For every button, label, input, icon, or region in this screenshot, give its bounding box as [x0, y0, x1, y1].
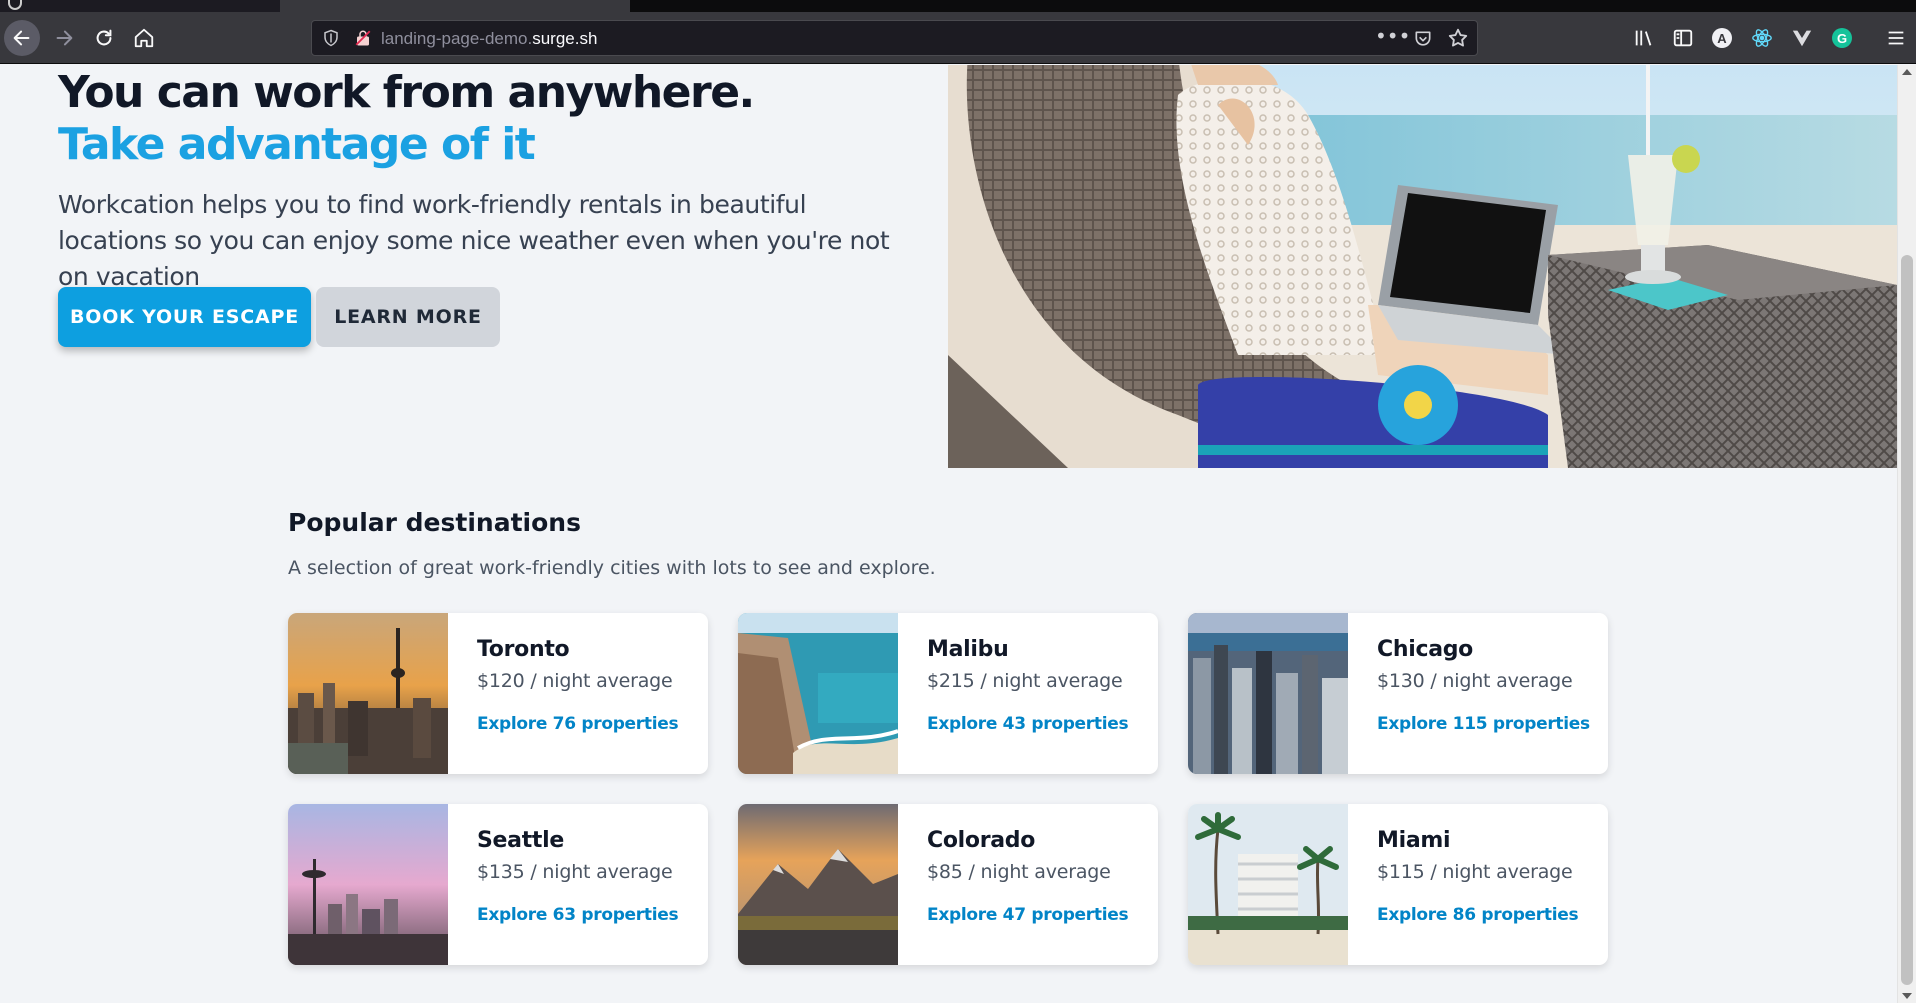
card-price: $115 / night average	[1377, 861, 1573, 883]
card-city: Seattle	[477, 828, 565, 853]
hero-title-line1: You can work from anywhere.	[58, 67, 755, 118]
hero-image	[948, 65, 1897, 468]
hero-title: You can work from anywhere. Take advanta…	[58, 67, 755, 171]
card-price: $85 / night average	[927, 861, 1111, 883]
arrow-left-icon	[13, 30, 30, 46]
card-city: Toronto	[477, 637, 570, 662]
home-icon	[134, 28, 154, 48]
pocket-icon[interactable]	[1413, 29, 1433, 49]
seattle-photo	[288, 804, 448, 965]
react-devtools-icon[interactable]	[1750, 26, 1774, 50]
toronto-photo	[288, 613, 448, 774]
destination-card[interactable]: Malibu $215 / night average Explore 43 p…	[738, 613, 1158, 774]
extension-a-icon[interactable]: A	[1710, 26, 1734, 50]
destination-card[interactable]: Colorado $85 / night average Explore 47 …	[738, 804, 1158, 965]
card-city: Chicago	[1377, 637, 1473, 662]
library-icon[interactable]	[1632, 26, 1656, 50]
destinations-title: Popular destinations	[288, 508, 581, 537]
colorado-photo	[738, 804, 898, 965]
github-icon	[8, 0, 22, 10]
hero-title-line2: Take advantage of it	[58, 119, 536, 170]
card-price: $215 / night average	[927, 670, 1123, 692]
chicago-photo	[1188, 613, 1348, 774]
grammarly-label: G	[1832, 28, 1852, 48]
malibu-photo	[738, 613, 898, 774]
card-city: Colorado	[927, 828, 1036, 853]
explore-properties-link[interactable]: Explore 43 properties	[927, 714, 1129, 734]
address-bar[interactable]: landing-page-demo.surge.sh •••	[311, 20, 1478, 56]
scrollbar-thumb[interactable]	[1901, 255, 1913, 985]
card-price: $135 / night average	[477, 861, 673, 883]
tab-active[interactable]	[280, 0, 630, 12]
browser-toolbar: landing-page-demo.surge.sh ••• A G	[0, 12, 1916, 64]
destination-card[interactable]: Seattle $135 / night average Explore 63 …	[288, 804, 708, 965]
tab-strip	[0, 0, 1916, 12]
tab-background[interactable]	[0, 0, 280, 12]
insecure-lock-icon[interactable]	[354, 29, 372, 47]
explore-properties-link[interactable]: Explore 47 properties	[927, 905, 1129, 925]
explore-properties-link[interactable]: Explore 63 properties	[477, 905, 679, 925]
sidebar-icon[interactable]	[1671, 26, 1695, 50]
url-domain: surge.sh	[532, 29, 598, 48]
explore-properties-link[interactable]: Explore 86 properties	[1377, 905, 1579, 925]
back-button[interactable]	[4, 20, 40, 56]
scroll-down-arrow-icon[interactable]	[1902, 993, 1912, 999]
reload-button[interactable]	[86, 20, 122, 56]
book-escape-button[interactable]: Book your escape	[58, 287, 311, 347]
hero-description: Workcation helps you to find work-friend…	[58, 190, 890, 291]
menu-icon[interactable]	[1884, 26, 1908, 50]
card-city: Malibu	[927, 637, 1009, 662]
destination-card[interactable]: Toronto $120 / night average Explore 76 …	[288, 613, 708, 774]
reload-icon	[96, 29, 112, 46]
home-button[interactable]	[126, 20, 162, 56]
forward-button[interactable]	[46, 20, 82, 56]
miami-photo	[1188, 804, 1348, 965]
arrow-right-icon	[56, 30, 73, 46]
vue-devtools-icon[interactable]	[1790, 26, 1814, 50]
card-price: $120 / night average	[477, 670, 673, 692]
url-text[interactable]: landing-page-demo.surge.sh	[381, 29, 597, 49]
shield-icon[interactable]	[322, 29, 340, 47]
explore-properties-link[interactable]: Explore 76 properties	[477, 714, 679, 734]
destination-card[interactable]: Chicago $130 / night average Explore 115…	[1188, 613, 1608, 774]
url-prefix: landing-page-demo.	[381, 29, 533, 48]
destination-card[interactable]: Miami $115 / night average Explore 86 pr…	[1188, 804, 1608, 965]
bookmark-star-icon[interactable]	[1447, 27, 1469, 49]
extension-a-label: A	[1712, 28, 1732, 48]
card-city: Miami	[1377, 828, 1451, 853]
scroll-up-arrow-icon[interactable]	[1902, 69, 1912, 75]
page-viewport: You can work from anywhere. Take advanta…	[0, 65, 1897, 1003]
page-scrollbar[interactable]	[1897, 65, 1916, 1003]
destinations-subtitle: A selection of great work-friendly citie…	[288, 557, 936, 579]
grammarly-icon[interactable]: G	[1830, 26, 1854, 50]
page-actions-button[interactable]: •••	[1375, 26, 1410, 49]
learn-more-button[interactable]: Learn more	[316, 287, 500, 347]
explore-properties-link[interactable]: Explore 115 properties	[1377, 714, 1590, 734]
card-price: $130 / night average	[1377, 670, 1573, 692]
destinations-grid: Toronto $120 / night average Explore 76 …	[288, 613, 1610, 965]
